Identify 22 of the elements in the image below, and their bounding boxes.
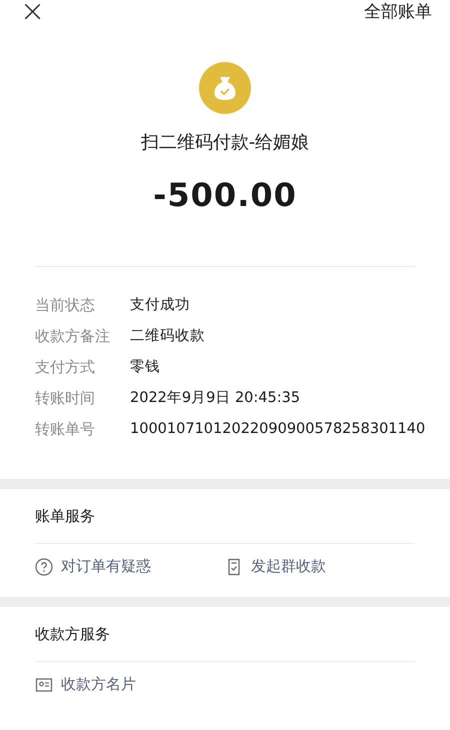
service-link[interactable]: 收款方名片	[35, 675, 237, 694]
close-button[interactable]: ×	[20, 0, 46, 24]
detail-value: 2022年9月9日 20:45:35	[130, 389, 300, 408]
payment-title: 扫二维码付款-给媚娘	[140, 131, 310, 154]
section-title: 账单服务	[35, 506, 96, 527]
service-link[interactable]: 对订单有疑惑	[35, 557, 225, 576]
detail-label: 支付方式	[35, 357, 96, 377]
detail-value: 支付成功	[130, 296, 190, 315]
service-link[interactable]: 发起群收款	[225, 557, 415, 576]
section-title: 收款方服务	[35, 624, 111, 645]
detail-label: 当前状态	[35, 295, 96, 315]
detail-label: 转账时间	[35, 388, 96, 408]
detail-value: 零钱	[130, 358, 160, 377]
id-card-icon	[35, 676, 53, 694]
detail-value: 二维码收款	[130, 326, 205, 346]
money-bag-icon	[199, 62, 251, 114]
help-icon	[35, 558, 53, 576]
payment-amount: -500.00	[153, 176, 297, 214]
detail-label: 收款方备注	[35, 326, 111, 346]
detail-label: 转账单号	[35, 419, 96, 439]
all-bills-link[interactable]: 全部账单	[364, 0, 432, 24]
detail-value: 10001071012022090900578258301140	[130, 420, 426, 439]
